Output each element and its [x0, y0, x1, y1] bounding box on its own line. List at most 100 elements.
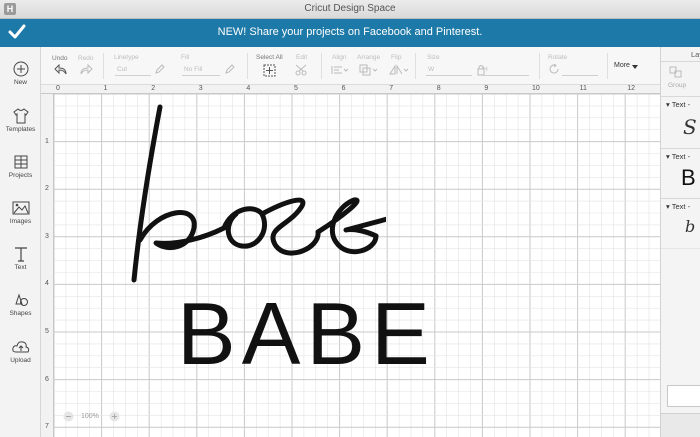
title-bar: H Cricut Design Space [0, 0, 700, 19]
sidebar-item-projects[interactable]: Projects [0, 154, 41, 198]
sidebar-item-label: Templates [5, 126, 36, 133]
projects-grid-icon [14, 155, 27, 169]
cloud-upload-icon [11, 341, 29, 353]
redo-icon[interactable] [79, 64, 93, 76]
undo-icon[interactable] [54, 64, 68, 76]
ruler-tick-label: 5 [45, 328, 49, 335]
toolbar-divider [247, 53, 248, 79]
ruler-tick-label: 3 [45, 232, 49, 240]
ruler-tick-label: 8 [436, 85, 441, 92]
banner-text[interactable]: NEW! Share your projects on Facebook and… [0, 26, 700, 38]
zoom-level: 100% [81, 413, 99, 420]
toolbar-divider [415, 53, 416, 79]
chevron-down-icon [632, 65, 638, 69]
boss-script-text[interactable] [86, 100, 386, 295]
sidebar-item-label: Images [9, 218, 32, 225]
layers-header: Lay [691, 50, 700, 59]
edit-toolbar: Undo Redo Linetype Cut Fill No Fill Sele… [41, 47, 660, 85]
sidebar-item-templates[interactable]: Templates [0, 108, 41, 152]
layer-preview: B [681, 165, 696, 190]
sidebar-item-label: New [13, 79, 27, 86]
ruler-tick-label: 0 [56, 85, 60, 92]
text-t-icon [14, 247, 27, 262]
arrange-icon[interactable] [359, 64, 379, 76]
ruler-tick-label: 9 [484, 85, 489, 92]
sidebar-item-images[interactable]: Images [0, 200, 41, 244]
ruler-tick-label: 7 [45, 423, 49, 431]
pencil-icon[interactable] [155, 64, 165, 74]
panel-bottom-actions[interactable] [661, 413, 700, 437]
ruler-tick-label: 6 [45, 375, 49, 383]
ruler-tick-label: 12 [627, 85, 635, 92]
plus-circle-icon [13, 61, 28, 77]
toolbar-divider [321, 53, 322, 79]
layer-label: ▾ Text - [666, 152, 691, 161]
rotate-label: Rotate [548, 54, 568, 61]
sidebar-item-label: Shapes [9, 310, 32, 317]
rotate-icon[interactable] [549, 64, 560, 75]
size-height-input[interactable]: H [481, 64, 529, 76]
layers-panel: Lay Group ▾ Text - S ▾ Text - B ▾ Text -… [660, 47, 700, 437]
babe-text[interactable]: BABE [177, 290, 436, 378]
sidebar-item-new[interactable]: New [0, 61, 41, 105]
ruler-horizontal: 0 1 2 3 4 5 6 7 8 9 10 11 12 [41, 85, 660, 94]
ruler-tick-label: 1 [45, 137, 49, 145]
group-row: Group [661, 61, 700, 95]
design-canvas[interactable]: 0 1 2 3 4 5 6 7 8 9 10 11 12 1234567 BABE 100% [41, 85, 660, 437]
fill-label: Fill [181, 54, 190, 61]
sidebar-item-text[interactable]: Text [0, 246, 41, 290]
align-label: Align [332, 54, 347, 61]
align-icon[interactable] [331, 65, 349, 75]
layers-empty-area [661, 248, 700, 378]
flip-label: Flip [391, 54, 402, 61]
layer-item[interactable]: ▾ Text - S [661, 96, 700, 148]
sidebar-item-upload[interactable]: Upload [0, 339, 41, 383]
notification-banner: NEW! Share your projects on Facebook and… [0, 19, 700, 47]
color-sync-box[interactable] [667, 385, 700, 407]
window-title: Cricut Design Space [304, 3, 396, 14]
zoom-in-icon[interactable] [109, 411, 120, 422]
linetype-select[interactable]: Cut [115, 64, 151, 76]
ruler-tick-label: 4 [246, 85, 251, 92]
ruler-tick-label: 6 [341, 85, 346, 92]
ruler-tick-label: 4 [45, 280, 49, 288]
sidebar-item-label: Projects [8, 172, 33, 179]
arrange-label: Arrange [357, 54, 381, 61]
rotate-input[interactable] [562, 64, 598, 76]
group-icon[interactable] [669, 66, 683, 78]
toolbar-divider [607, 53, 608, 79]
layer-item[interactable]: ▾ Text - B [661, 148, 700, 198]
linetype-label: Linetype [114, 54, 139, 61]
toolbar-divider [103, 53, 104, 79]
zoom-out-icon[interactable] [63, 411, 74, 422]
ruler-tick-label: 2 [151, 85, 156, 92]
group-label: Group [668, 82, 687, 89]
more-button[interactable]: More [614, 62, 630, 69]
size-label: Size [427, 54, 440, 61]
fill-pencil-icon[interactable] [225, 64, 235, 74]
ruler-tick-label: 11 [579, 85, 587, 92]
toolbar-divider [539, 53, 540, 79]
layer-label: ▾ Text - [666, 100, 691, 109]
flip-icon[interactable] [389, 64, 409, 76]
select-all-icon[interactable] [263, 64, 276, 77]
select-all-label: Select All [256, 54, 283, 61]
undo-label: Undo [52, 55, 68, 62]
edit-scissors-icon[interactable] [295, 64, 311, 76]
tshirt-icon [12, 108, 29, 124]
layer-label: ▾ Text - [666, 202, 691, 211]
ruler-tick-label: 10 [532, 85, 540, 92]
shapes-icon [14, 293, 28, 306]
size-width-input[interactable]: W [426, 64, 472, 76]
ruler-tick-label: 7 [389, 85, 394, 92]
sidebar-item-label: Upload [10, 357, 31, 364]
ruler-tick-label: 3 [198, 85, 203, 92]
sidebar-item-shapes[interactable]: Shapes [0, 292, 41, 336]
left-sidebar: New Templates Projects Images Text Shape… [0, 47, 41, 437]
layer-item[interactable]: ▾ Text - b [661, 198, 700, 248]
layer-preview: S [683, 115, 697, 139]
ruler-tick-label: 1 [103, 85, 108, 92]
layer-preview: b [685, 217, 696, 236]
fill-select[interactable]: No Fill [182, 64, 220, 76]
redo-label: Redo [78, 55, 94, 62]
